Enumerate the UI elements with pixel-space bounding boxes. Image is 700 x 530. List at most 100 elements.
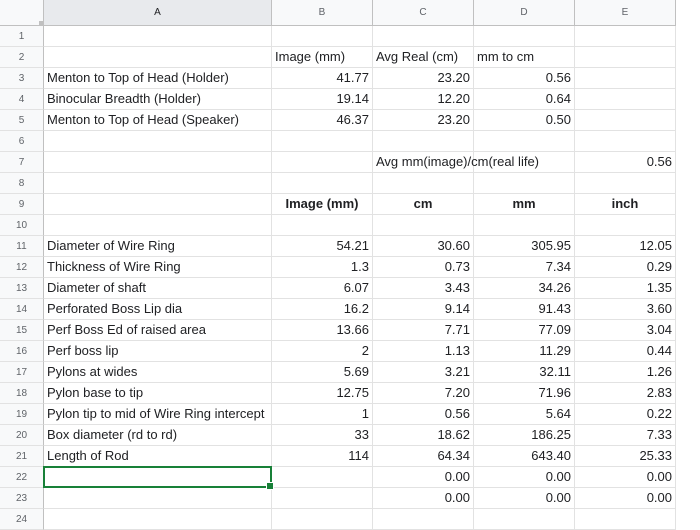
cell-c19[interactable]: 0.56: [373, 404, 474, 425]
cell-e17[interactable]: 1.26: [575, 362, 676, 383]
cell-d17[interactable]: 32.11: [474, 362, 575, 383]
cell-e5[interactable]: [575, 110, 676, 131]
row-header[interactable]: 10: [0, 215, 44, 236]
cell-b17[interactable]: 5.69: [272, 362, 373, 383]
cell-c12[interactable]: 0.73: [373, 257, 474, 278]
cell-e19[interactable]: 0.22: [575, 404, 676, 425]
cell-c23[interactable]: 0.00: [373, 488, 474, 509]
row-header[interactable]: 5: [0, 110, 44, 131]
row-header[interactable]: 18: [0, 383, 44, 404]
cell-b1[interactable]: [272, 26, 373, 47]
cell-e10[interactable]: [575, 215, 676, 236]
cell-a15[interactable]: Perf Boss Ed of raised area: [44, 320, 272, 341]
cell-a9[interactable]: [44, 194, 272, 215]
cell-b10[interactable]: [272, 215, 373, 236]
cell-e9[interactable]: inch: [575, 194, 676, 215]
cell-c9[interactable]: cm: [373, 194, 474, 215]
cell-d10[interactable]: [474, 215, 575, 236]
cell-c15[interactable]: 7.71: [373, 320, 474, 341]
cell-a1[interactable]: [44, 26, 272, 47]
cell-c16[interactable]: 1.13: [373, 341, 474, 362]
cell-b15[interactable]: 13.66: [272, 320, 373, 341]
cell-b16[interactable]: 2: [272, 341, 373, 362]
cell-b19[interactable]: 1: [272, 404, 373, 425]
row-header[interactable]: 21: [0, 446, 44, 467]
cell-c13[interactable]: 3.43: [373, 278, 474, 299]
cell-d4[interactable]: 0.64: [474, 89, 575, 110]
cell-a14[interactable]: Perforated Boss Lip dia: [44, 299, 272, 320]
cell-e11[interactable]: 12.05: [575, 236, 676, 257]
cell-c1[interactable]: [373, 26, 474, 47]
cell-b11[interactable]: 54.21: [272, 236, 373, 257]
cell-e2[interactable]: [575, 47, 676, 68]
cell-a18[interactable]: Pylon base to tip: [44, 383, 272, 404]
cell-a16[interactable]: Perf boss lip: [44, 341, 272, 362]
cell-b9[interactable]: Image (mm): [272, 194, 373, 215]
cell-d12[interactable]: 7.34: [474, 257, 575, 278]
cell-c5[interactable]: 23.20: [373, 110, 474, 131]
row-header[interactable]: 17: [0, 362, 44, 383]
row-header[interactable]: 3: [0, 68, 44, 89]
cell-b12[interactable]: 1.3: [272, 257, 373, 278]
cell-e4[interactable]: [575, 89, 676, 110]
row-header[interactable]: 14: [0, 299, 44, 320]
cell-b14[interactable]: 16.2: [272, 299, 373, 320]
cell-a7[interactable]: [44, 152, 272, 173]
cell-d8[interactable]: [474, 173, 575, 194]
cell-b24[interactable]: [272, 509, 373, 530]
cell-d14[interactable]: 91.43: [474, 299, 575, 320]
cell-c14[interactable]: 9.14: [373, 299, 474, 320]
cell-d1[interactable]: [474, 26, 575, 47]
cell-d16[interactable]: 11.29: [474, 341, 575, 362]
row-header[interactable]: 20: [0, 425, 44, 446]
cell-c21[interactable]: 64.34: [373, 446, 474, 467]
cell-c24[interactable]: [373, 509, 474, 530]
cell-e14[interactable]: 3.60: [575, 299, 676, 320]
cell-a20[interactable]: Box diameter (rd to rd): [44, 425, 272, 446]
cell-d24[interactable]: [474, 509, 575, 530]
cell-a5[interactable]: Menton to Top of Head (Speaker): [44, 110, 272, 131]
cell-d13[interactable]: 34.26: [474, 278, 575, 299]
row-header[interactable]: 9: [0, 194, 44, 215]
cell-c22[interactable]: 0.00: [373, 467, 474, 488]
cell-c18[interactable]: 7.20: [373, 383, 474, 404]
cell-e18[interactable]: 2.83: [575, 383, 676, 404]
column-header-e[interactable]: E: [575, 0, 676, 26]
column-header-d[interactable]: D: [474, 0, 575, 26]
cell-e1[interactable]: [575, 26, 676, 47]
cell-b3[interactable]: 41.77: [272, 68, 373, 89]
column-header-c[interactable]: C: [373, 0, 474, 26]
cell-b4[interactable]: 19.14: [272, 89, 373, 110]
row-header[interactable]: 23: [0, 488, 44, 509]
cell-b21[interactable]: 114: [272, 446, 373, 467]
cell-a10[interactable]: [44, 215, 272, 236]
cell-b20[interactable]: 33: [272, 425, 373, 446]
cell-b7[interactable]: [272, 152, 373, 173]
cell-d15[interactable]: 77.09: [474, 320, 575, 341]
cell-c4[interactable]: 12.20: [373, 89, 474, 110]
cell-a12[interactable]: Thickness of Wire Ring: [44, 257, 272, 278]
cell-e6[interactable]: [575, 131, 676, 152]
row-header[interactable]: 22: [0, 467, 44, 488]
cell-c8[interactable]: [373, 173, 474, 194]
cell-c11[interactable]: 30.60: [373, 236, 474, 257]
cell-d23[interactable]: 0.00: [474, 488, 575, 509]
row-header[interactable]: 13: [0, 278, 44, 299]
cell-b6[interactable]: [272, 131, 373, 152]
cell-c3[interactable]: 23.20: [373, 68, 474, 89]
row-header[interactable]: 11: [0, 236, 44, 257]
select-all-corner[interactable]: [0, 0, 44, 26]
column-header-b[interactable]: B: [272, 0, 373, 26]
cell-e12[interactable]: 0.29: [575, 257, 676, 278]
cell-e24[interactable]: [575, 509, 676, 530]
cell-a19[interactable]: Pylon tip to mid of Wire Ring intercept: [44, 404, 272, 425]
cell-a23[interactable]: [44, 488, 272, 509]
row-header[interactable]: 12: [0, 257, 44, 278]
cell-d21[interactable]: 643.40: [474, 446, 575, 467]
cell-c7[interactable]: Avg mm(image)/cm(real life): [373, 152, 539, 173]
cell-d22[interactable]: 0.00: [474, 467, 575, 488]
cell-b13[interactable]: 6.07: [272, 278, 373, 299]
cell-d2[interactable]: mm to cm: [474, 47, 575, 68]
cell-a3[interactable]: Menton to Top of Head (Holder): [44, 68, 272, 89]
cell-b22[interactable]: [272, 467, 373, 488]
